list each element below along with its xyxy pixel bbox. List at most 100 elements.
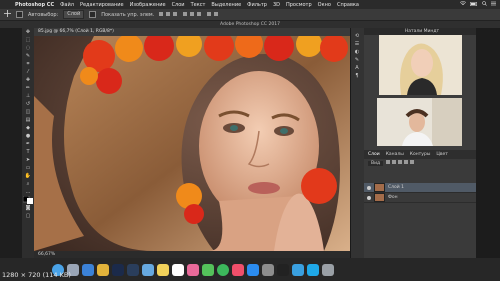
layer-row[interactable]: Слой 1 [364,183,476,193]
tab-channels[interactable]: Каналы [386,152,404,157]
show-controls-label: Показать упр. элем. [101,11,155,18]
brush-tool-icon[interactable]: ✏ [22,84,34,92]
blur-tool-icon[interactable]: ◆ [22,124,34,132]
brush-panel-icon[interactable]: ✎ [351,56,363,64]
collapsed-panels-strip: ⟲ ☰ ◐ ✎ A ¶ [350,28,365,258]
skype-icon[interactable] [307,263,319,276]
portrait-photo [34,36,350,251]
webcam-presenter-woman [379,35,462,95]
crop-tool-icon[interactable]: ⌗ [22,60,34,68]
quick-mask-icon[interactable]: ◙ [22,204,34,212]
menu-edit[interactable]: Редактирование [77,2,127,8]
menu-layer[interactable]: Слои [169,2,188,8]
dock [0,258,500,281]
screen-mode-icon[interactable]: ▢ [22,212,34,220]
battery-icon[interactable] [470,1,478,8]
visibility-eye-icon[interactable] [367,195,371,200]
photos-icon[interactable] [187,263,199,276]
properties-panel-icon[interactable]: ☰ [351,40,363,48]
color-swatches-icon[interactable] [22,196,34,204]
layer-name[interactable]: Фон [388,195,398,200]
lasso-tool-icon[interactable]: ◌ [22,44,34,52]
menu-window[interactable]: Окно [315,2,334,8]
move-tool-icon[interactable]: ✥ [22,28,34,36]
path-select-icon[interactable]: ➤ [22,156,34,164]
autoselect-checkbox[interactable] [16,11,23,18]
more-tools-icon[interactable]: … [22,188,34,196]
visibility-eye-icon[interactable] [367,185,371,190]
menu-type[interactable]: Текст [188,2,209,8]
layers-panel-tabs: Слои Каналы Контуры Цвет [364,150,476,159]
webcam-presenter-man [377,98,462,146]
menu-app-name[interactable]: Photoshop CC [12,2,57,8]
status-bar: 66,67% [34,251,350,258]
type-tool-icon[interactable]: T [22,148,34,156]
mail-icon[interactable] [142,263,154,276]
gradient-tool-icon[interactable]: ▤ [22,116,34,124]
eraser-tool-icon[interactable]: ◫ [22,108,34,116]
history-panel-icon[interactable]: ⟲ [351,32,363,40]
tab-color[interactable]: Цвет [436,152,448,157]
preferences-icon[interactable] [262,263,274,276]
appstore-icon[interactable] [247,263,259,276]
webcam-title: Натали Миндт [364,28,476,35]
dodge-tool-icon[interactable]: ● [22,132,34,140]
chrome-icon[interactable] [97,263,109,276]
facetime-icon[interactable] [217,263,229,276]
messages-icon[interactable] [202,263,214,276]
safari-icon[interactable] [82,263,94,276]
menu-select[interactable]: Выделение [208,2,244,8]
search-icon[interactable] [482,1,487,8]
document-tab[interactable]: 85.jpg @ 66,7% (Слой 1, RGB/8*) [34,28,350,36]
terminal-icon[interactable] [277,263,289,276]
filter-icons[interactable] [386,159,416,167]
character-panel-icon[interactable]: A [351,64,363,72]
options-bar: Автовыбор: Слой Показать упр. элем. [0,9,500,21]
align-icons[interactable] [159,11,229,19]
move-tool-icon[interactable] [4,10,11,19]
layer-name[interactable]: Слой 1 [388,185,404,190]
shape-tool-icon[interactable]: ▭ [22,164,34,172]
photoshop-icon[interactable] [112,263,124,276]
history-brush-icon[interactable]: ↺ [22,100,34,108]
layer-thumbnail [374,193,385,202]
menu-file[interactable]: Файл [57,2,77,8]
document-canvas[interactable] [34,36,350,251]
menu-help[interactable]: Справка [334,2,362,8]
calendar-icon[interactable] [172,263,184,276]
menu-filter[interactable]: Фильтр [244,2,270,8]
zoom-level[interactable]: 66,67% [38,252,55,257]
music-icon[interactable] [232,263,244,276]
wifi-icon[interactable] [459,1,467,8]
window-title: Adobe Photoshop CC 2017 [0,21,500,28]
layer-select-dropdown[interactable]: Слой [63,10,85,19]
tab-paths[interactable]: Контуры [410,152,431,157]
trash-icon[interactable] [322,263,334,276]
menu-image[interactable]: Изображение [127,2,169,8]
marquee-tool-icon[interactable]: ⬚ [22,36,34,44]
layer-thumbnail [374,183,385,192]
zoom-tool-icon[interactable]: ⌕ [22,180,34,188]
menu-view[interactable]: Просмотр [283,2,315,8]
menu-list-icon[interactable] [491,1,496,8]
paragraph-panel-icon[interactable]: ¶ [351,72,363,80]
layer-filter-select[interactable]: Вид [368,160,384,166]
healing-brush-icon[interactable]: ✚ [22,76,34,84]
eyedropper-icon[interactable]: ⁄ [22,68,34,76]
telegram-icon[interactable] [292,263,304,276]
pen-tool-icon[interactable]: ✒ [22,140,34,148]
layer-row[interactable]: Фон [364,193,476,203]
layers-panel: Слои Каналы Контуры Цвет Вид Слой 1 Фон [364,150,476,258]
image-caption: 1280 × 720 (114 KB) [2,271,71,279]
stamp-tool-icon[interactable]: ⊥ [22,92,34,100]
adjustments-panel-icon[interactable]: ◐ [351,48,363,56]
tab-layers[interactable]: Слои [368,152,380,157]
lightroom-icon[interactable] [127,263,139,276]
show-controls-checkbox[interactable] [89,11,97,18]
layer-filter-row: Вид [364,159,476,167]
quick-select-icon[interactable]: ✎ [22,52,34,60]
notes-icon[interactable] [157,263,169,276]
desktop-edge [476,28,500,258]
menu-3d[interactable]: 3D [270,2,283,8]
hand-tool-icon[interactable]: ✋ [22,172,34,180]
